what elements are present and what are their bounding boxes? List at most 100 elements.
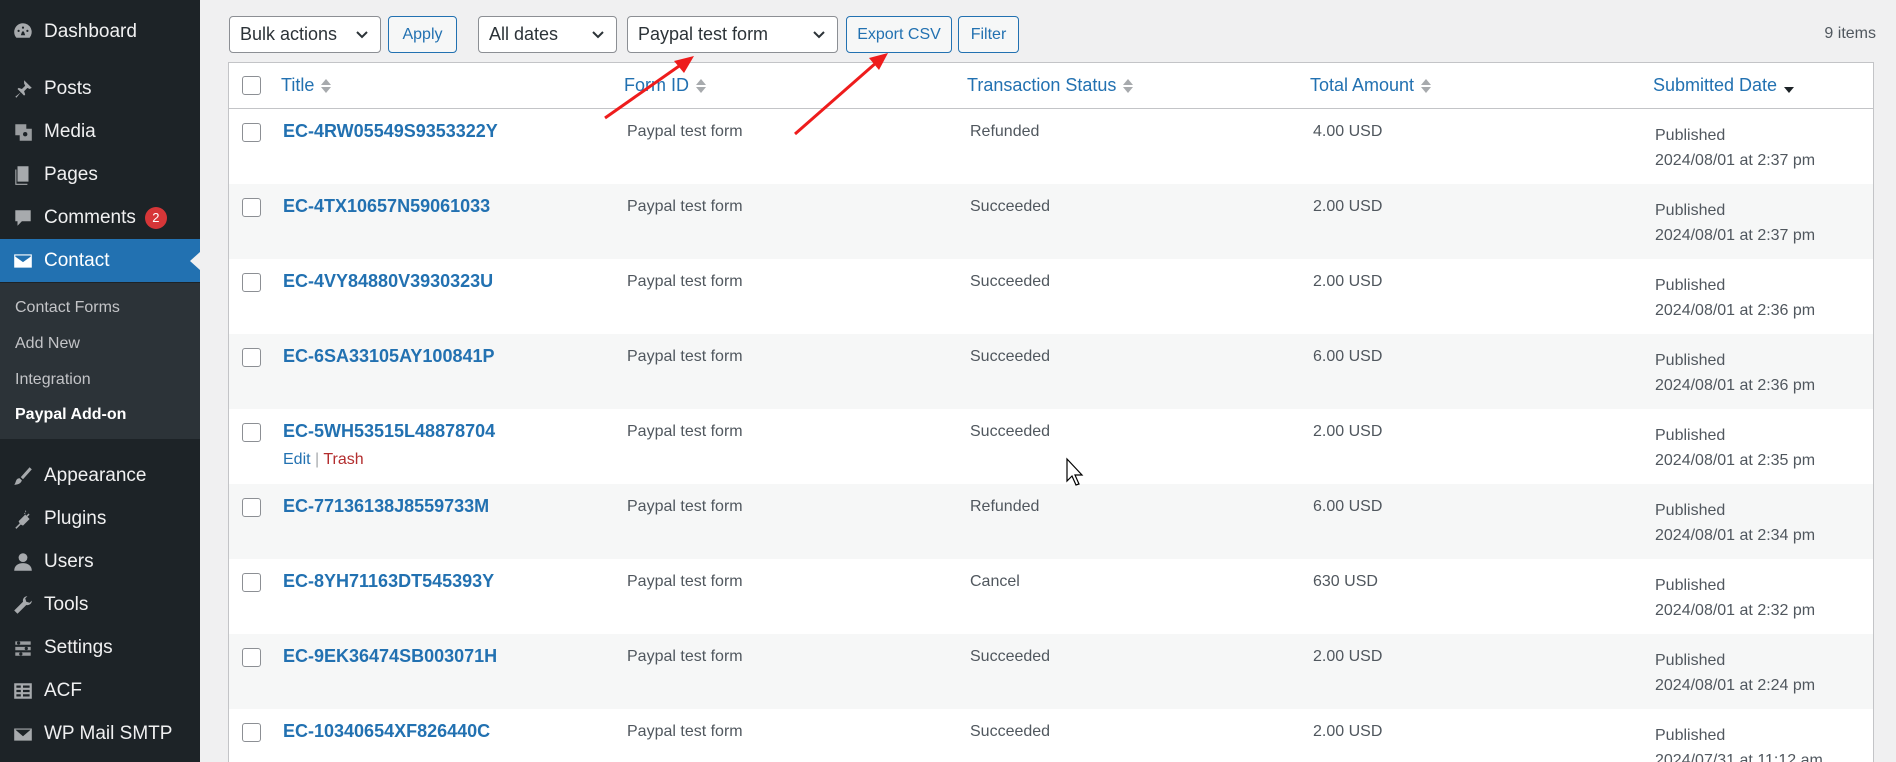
sort-icon <box>696 78 706 93</box>
menu-label: WP Mail SMTP <box>44 722 173 744</box>
wrench-icon <box>11 593 35 617</box>
row-date: Published 2024/08/01 at 2:35 pm <box>1655 427 1816 469</box>
row-title-link[interactable]: EC-5WH53515L48878704 <box>283 421 495 442</box>
pages-icon <box>11 163 35 187</box>
row-actions-separator: | <box>315 451 320 468</box>
filter-button[interactable]: Filter <box>958 16 1019 53</box>
form-filter-select[interactable]: Paypal test form <box>627 16 838 53</box>
form-filter-value: Paypal test form <box>638 24 769 44</box>
row-status: Succeeded <box>970 348 1051 365</box>
table-row: EC-8YH71163DT545393Y Paypal test form Ca… <box>229 559 1873 634</box>
row-title-link[interactable]: EC-10340654XF826440C <box>283 721 490 742</box>
envelope-icon <box>11 722 35 746</box>
row-status: Refunded <box>970 123 1040 140</box>
row-amount: 6.00 USD <box>1313 348 1383 365</box>
row-form: Paypal test form <box>627 573 743 590</box>
row-date: Published 2024/08/01 at 2:34 pm <box>1655 502 1816 544</box>
menu-posts[interactable]: Posts <box>0 67 200 110</box>
row-checkbox[interactable] <box>242 348 261 367</box>
menu-wp-mail-smtp[interactable]: WP Mail SMTP <box>0 712 200 755</box>
submenu-contact-forms[interactable]: Contact Forms <box>15 299 120 317</box>
menu-appearance[interactable]: Appearance <box>0 454 200 497</box>
row-form: Paypal test form <box>627 648 743 665</box>
column-title[interactable]: Title <box>281 75 332 96</box>
row-form: Paypal test form <box>627 273 743 290</box>
row-checkbox[interactable] <box>242 123 261 142</box>
row-checkbox[interactable] <box>242 273 261 292</box>
menu-settings[interactable]: Settings <box>0 626 200 669</box>
menu-label: Settings <box>44 636 113 658</box>
column-total-amount[interactable]: Total Amount <box>1310 75 1432 96</box>
row-title-link[interactable]: EC-4RW05549S9353322Y <box>283 121 498 142</box>
menu-label: Comments <box>44 206 136 228</box>
table-row: EC-5WH53515L48878704 Edit | Trash Paypal… <box>229 409 1873 484</box>
row-checkbox[interactable] <box>242 423 261 442</box>
column-submitted-date[interactable]: Submitted Date <box>1653 75 1795 96</box>
media-icon <box>11 120 35 144</box>
dates-filter-value: All dates <box>489 24 559 44</box>
export-csv-button[interactable]: Export CSV <box>846 16 952 53</box>
submenu-integration[interactable]: Integration <box>15 371 91 389</box>
menu-contact[interactable]: Contact <box>0 239 200 282</box>
row-date: Published 2024/08/01 at 2:32 pm <box>1655 577 1816 619</box>
row-date: Published 2024/08/01 at 2:37 pm <box>1655 202 1816 244</box>
menu-tools[interactable]: Tools <box>0 583 200 626</box>
menu-comments[interactable]: Comments 2 <box>0 196 200 239</box>
plug-icon <box>11 507 35 531</box>
row-title-link[interactable]: EC-8YH71163DT545393Y <box>283 571 494 592</box>
select-all-checkbox[interactable] <box>242 76 261 95</box>
dates-filter-select[interactable]: All dates <box>478 16 617 53</box>
row-trash-link[interactable]: Trash <box>323 451 363 468</box>
menu-plugins[interactable]: Plugins <box>0 497 200 540</box>
row-title-link[interactable]: EC-77136138J8559733M <box>283 496 489 517</box>
row-checkbox[interactable] <box>242 723 261 742</box>
submenu-paypal-addon[interactable]: Paypal Add-on <box>15 406 126 424</box>
menu-label: Pages <box>44 163 98 185</box>
row-status: Refunded <box>970 498 1040 515</box>
items-count: 9 items <box>1824 25 1876 42</box>
chevron-down-icon <box>592 31 604 39</box>
sort-icon <box>1421 78 1432 93</box>
menu-label: Media <box>44 120 96 142</box>
menu-label: Dashboard <box>44 20 137 42</box>
user-icon <box>11 550 35 574</box>
row-checkbox[interactable] <box>242 573 261 592</box>
row-amount: 2.00 USD <box>1313 423 1383 440</box>
table-row: EC-4RW05549S9353322Y Paypal test form Re… <box>229 109 1873 184</box>
mail-icon <box>11 249 35 273</box>
row-form: Paypal test form <box>627 723 743 740</box>
menu-pages[interactable]: Pages <box>0 153 200 196</box>
pin-icon <box>11 77 35 101</box>
row-title-link[interactable]: EC-9EK36474SB003071H <box>283 646 497 667</box>
table-icon <box>11 679 35 703</box>
row-title-link[interactable]: EC-6SA33105AY100841P <box>283 346 495 367</box>
row-amount: 630 USD <box>1313 573 1378 590</box>
row-amount: 2.00 USD <box>1313 198 1383 215</box>
submenu-add-new[interactable]: Add New <box>15 335 80 353</box>
column-form-id[interactable]: Form ID <box>624 75 706 96</box>
sort-icon <box>321 78 332 93</box>
row-amount: 2.00 USD <box>1313 648 1383 665</box>
menu-media[interactable]: Media <box>0 110 200 153</box>
row-checkbox[interactable] <box>242 198 261 217</box>
row-checkbox[interactable] <box>242 498 261 517</box>
menu-users[interactable]: Users <box>0 540 200 583</box>
bulk-actions-value: Bulk actions <box>240 24 338 44</box>
menu-label: ACF <box>44 679 82 701</box>
dashboard-icon <box>11 20 35 44</box>
row-form: Paypal test form <box>627 423 743 440</box>
apply-button[interactable]: Apply <box>388 16 457 53</box>
menu-acf[interactable]: ACF <box>0 669 200 712</box>
bulk-actions-select[interactable]: Bulk actions <box>229 16 381 53</box>
contact-submenu: Contact Forms Add New Integration Paypal… <box>0 283 200 439</box>
column-transaction-status[interactable]: Transaction Status <box>967 75 1134 96</box>
row-form: Paypal test form <box>627 123 743 140</box>
row-edit-link[interactable]: Edit <box>283 451 311 468</box>
row-title-link[interactable]: EC-4TX10657N59061033 <box>283 196 490 217</box>
row-date: Published 2024/08/01 at 2:36 pm <box>1655 352 1816 394</box>
row-date: Published 2024/08/01 at 2:24 pm <box>1655 652 1816 694</box>
row-date: Published 2024/08/01 at 2:36 pm <box>1655 277 1816 319</box>
menu-dashboard[interactable]: Dashboard <box>0 10 200 53</box>
row-title-link[interactable]: EC-4VY84880V3930323U <box>283 271 493 292</box>
row-checkbox[interactable] <box>242 648 261 667</box>
